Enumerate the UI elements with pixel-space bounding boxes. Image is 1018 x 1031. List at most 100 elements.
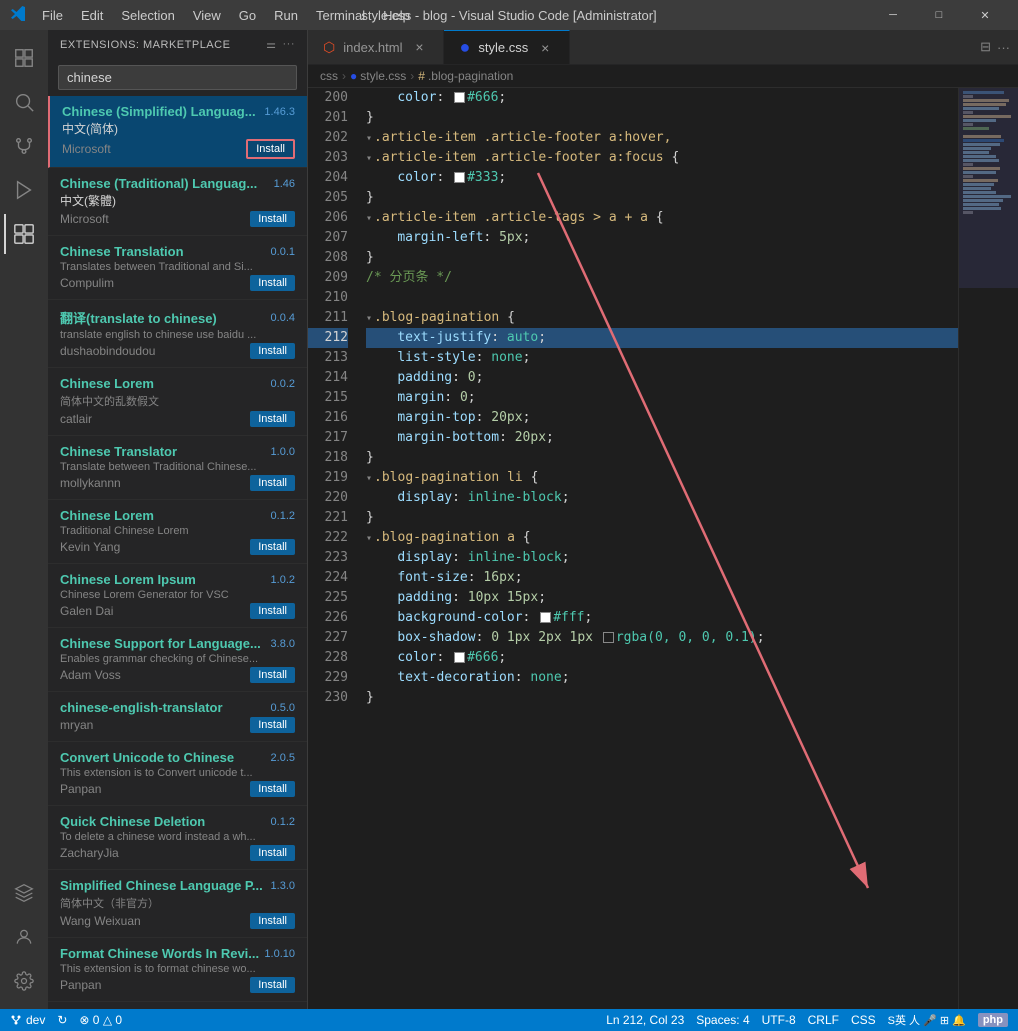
menu-edit[interactable]: Edit [73, 6, 111, 25]
install-button-4[interactable]: Install [250, 343, 295, 359]
install-button-8[interactable]: Install [250, 603, 295, 619]
activity-debug[interactable] [4, 170, 44, 210]
extension-item-9[interactable]: Chinese Support for Language... 3.8.0 En… [48, 628, 307, 692]
code-line-201: } [366, 108, 958, 128]
activity-account[interactable] [4, 917, 44, 957]
sidebar-more-icon[interactable]: ··· [283, 38, 296, 51]
code-line-213: list-style: none; [366, 348, 958, 368]
ext-name-12: Quick Chinese Deletion [60, 814, 205, 829]
breadcrumb: css › ●style.css › #.blog-pagination [308, 65, 1018, 88]
extension-item-4[interactable]: 翻译(translate to chinese) 0.0.4 translate… [48, 300, 307, 368]
extension-item-10[interactable]: chinese-english-translator 0.5.0 mryan I… [48, 692, 307, 742]
status-spaces[interactable]: Spaces: 4 [696, 1013, 749, 1027]
menu-run[interactable]: Run [266, 6, 306, 25]
tab-style-css[interactable]: ● style.css × [444, 30, 570, 64]
extension-item-5[interactable]: Chinese Lorem 0.0.2 简体中文的乱数假文 catlair In… [48, 368, 307, 436]
editor-area: ⬡ index.html × ● style.css × ⊟ ··· css ›… [308, 30, 1018, 1009]
install-button-11[interactable]: Install [250, 781, 295, 797]
extension-item-6[interactable]: Chinese Translator 1.0.0 Translate betwe… [48, 436, 307, 500]
tab-close-html[interactable]: × [410, 38, 428, 56]
menu-view[interactable]: View [185, 6, 229, 25]
install-button-3[interactable]: Install [250, 275, 295, 291]
activity-extensions[interactable] [4, 214, 44, 254]
extension-item-11[interactable]: Convert Unicode to Chinese 2.0.5 This ex… [48, 742, 307, 806]
code-editor[interactable]: 200 201 202 203 204 205 206 207 208 209 … [308, 88, 1018, 1009]
status-encoding[interactable]: UTF-8 [762, 1013, 796, 1027]
search-input[interactable] [58, 65, 297, 90]
menu-selection[interactable]: Selection [113, 6, 182, 25]
breadcrumb-sep-1: › [342, 69, 346, 83]
ext-author-4: dushaobindoudou Install [60, 343, 295, 359]
install-button-12[interactable]: Install [250, 845, 295, 861]
code-line-203: ▾.article-item .article-footer a:focus { [366, 148, 958, 168]
ext-version-7: 0.1.2 [271, 510, 295, 522]
ext-version-3: 0.0.1 [271, 246, 295, 258]
extension-item-8[interactable]: Chinese Lorem Ipsum 1.0.2 Chinese Lorem … [48, 564, 307, 628]
vscode-icon [10, 5, 26, 26]
code-content[interactable]: color: #666; } ▾.article-item .article-f… [358, 88, 958, 1009]
ext-version-10: 0.5.0 [271, 702, 295, 714]
ext-desc-8: Chinese Lorem Generator for VSC [60, 589, 295, 601]
code-line-226: background-color: #fff; [366, 608, 958, 628]
install-button-7[interactable]: Install [250, 539, 295, 555]
extension-item-12[interactable]: Quick Chinese Deletion 0.1.2 To delete a… [48, 806, 307, 870]
extension-item-2[interactable]: Chinese (Traditional) Languag... 1.46 中文… [48, 168, 307, 236]
code-line-217: margin-bottom: 20px; [366, 428, 958, 448]
status-sync[interactable]: ↻ [57, 1013, 67, 1027]
extension-item-13[interactable]: Simplified Chinese Language P... 1.3.0 简… [48, 870, 307, 938]
menu-file[interactable]: File [34, 6, 71, 25]
tabs-actions: ⊟ ··· [972, 30, 1018, 64]
sidebar-filter-icon[interactable]: ⚌ [266, 38, 276, 51]
ext-version-14: 1.0.10 [264, 948, 295, 960]
install-button-2[interactable]: Install [250, 211, 295, 227]
code-line-219: ▾.blog-pagination li { [366, 468, 958, 488]
ext-name-7: Chinese Lorem [60, 508, 154, 523]
ext-chinese-2: 中文(繁體) [60, 192, 295, 209]
breadcrumb-css[interactable]: css [320, 69, 338, 83]
breadcrumb-file[interactable]: ●style.css [350, 69, 406, 83]
install-button-6[interactable]: Install [250, 475, 295, 491]
extension-item-15[interactable]: Translator 0.0.3 Translate between Engli… [48, 1002, 307, 1009]
extension-item-1[interactable]: Chinese (Simplified) Languag... 1.46.3 中… [48, 96, 307, 168]
activity-settings[interactable] [4, 961, 44, 1001]
tab-close-css[interactable]: × [536, 39, 554, 57]
activity-source-control[interactable] [4, 126, 44, 166]
status-eol[interactable]: CRLF [808, 1013, 839, 1027]
status-branch[interactable]: dev [10, 1013, 45, 1027]
ext-chinese-1: 中文(简体) [62, 120, 295, 137]
ext-version-5: 0.0.2 [271, 378, 295, 390]
status-errors[interactable]: ⊗ 0 △ 0 [79, 1013, 122, 1027]
extension-item-3[interactable]: Chinese Translation 0.0.1 Translates bet… [48, 236, 307, 300]
status-ln-col[interactable]: Ln 212, Col 23 [606, 1013, 684, 1027]
install-button-13[interactable]: Install [250, 913, 295, 929]
install-button-14[interactable]: Install [250, 977, 295, 993]
code-line-225: padding: 10px 15px; [366, 588, 958, 608]
minimize-button[interactable]: ─ [870, 0, 916, 30]
install-button-5[interactable]: Install [250, 411, 295, 427]
ext-version-11: 2.0.5 [271, 752, 295, 764]
code-line-218: } [366, 448, 958, 468]
html-file-icon: ⬡ [323, 39, 335, 56]
ext-author-6: mollykannn Install [60, 475, 295, 491]
close-button[interactable]: ✕ [962, 0, 1008, 30]
ext-desc-12: To delete a chinese word instead a wh... [60, 831, 295, 843]
selector-icon: # [418, 69, 425, 83]
more-actions-icon[interactable]: ··· [997, 40, 1010, 55]
css-dot: ● [459, 37, 470, 58]
tab-index-html[interactable]: ⬡ index.html × [308, 30, 444, 64]
activity-remote[interactable] [4, 873, 44, 913]
breadcrumb-selector[interactable]: #.blog-pagination [418, 69, 513, 83]
ext-name-11: Convert Unicode to Chinese [60, 750, 234, 765]
status-language[interactable]: CSS [851, 1013, 876, 1027]
window-controls: ─ □ ✕ [870, 0, 1008, 30]
install-button-1[interactable]: Install [246, 139, 295, 159]
install-button-10[interactable]: Install [250, 717, 295, 733]
menu-go[interactable]: Go [231, 6, 264, 25]
activity-explorer[interactable] [4, 38, 44, 78]
split-editor-icon[interactable]: ⊟ [980, 39, 991, 55]
maximize-button[interactable]: □ [916, 0, 962, 30]
extension-item-7[interactable]: Chinese Lorem 0.1.2 Traditional Chinese … [48, 500, 307, 564]
install-button-9[interactable]: Install [250, 667, 295, 683]
activity-search[interactable] [4, 82, 44, 122]
extension-item-14[interactable]: Format Chinese Words In Revi... 1.0.10 T… [48, 938, 307, 1002]
